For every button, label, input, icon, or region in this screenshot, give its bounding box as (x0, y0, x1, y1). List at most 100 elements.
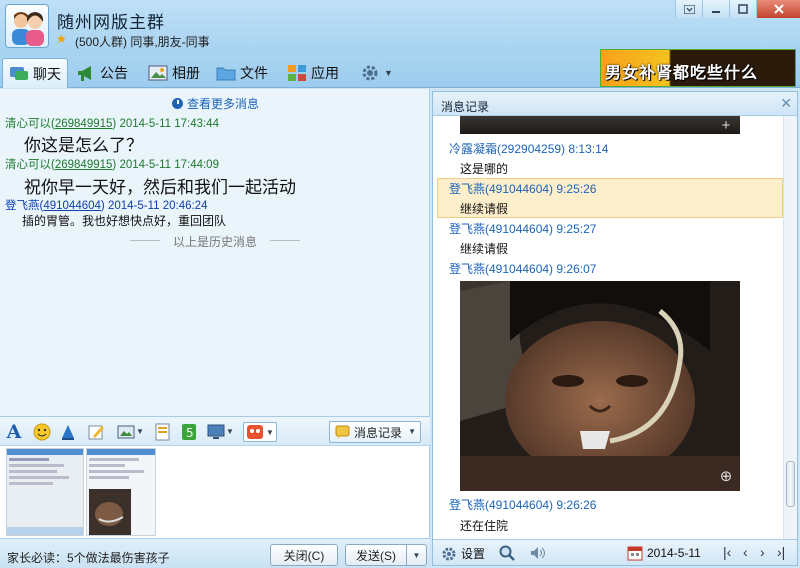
bottom-bar: 家长必读：5个做法最伤害孩子 关闭(C) 发送(S) ▼ (0, 538, 430, 568)
record-text: 还在住院 (460, 519, 509, 533)
message-time: 2014-5-11 20:46:24 (107, 200, 208, 212)
shake-button[interactable] (58, 423, 78, 441)
chevron-down-icon[interactable]: ▼ (226, 427, 234, 436)
ad-notice-link[interactable]: 家长必读：5个做法最伤害孩子 (7, 549, 170, 566)
prev-page-icon[interactable]: ‹ (743, 544, 748, 560)
image-icon (117, 425, 135, 439)
record-voice-button[interactable] (529, 545, 545, 561)
message-text: 祝你早一天好，然后和我们一起活动 (24, 178, 296, 197)
group-avatar[interactable] (5, 4, 49, 48)
music-button[interactable] (153, 423, 173, 441)
green-s-icon: 5 (182, 424, 196, 440)
message-record-title: 消息记录 (441, 100, 490, 114)
magic-face-button[interactable]: ▼ (243, 422, 277, 442)
group-title: 随州网版主群 (57, 13, 165, 32)
record-scrollbar[interactable] (783, 116, 797, 539)
tab-album[interactable]: 相册 (142, 58, 206, 88)
next-page-icon[interactable]: › (760, 544, 765, 560)
last-page-icon[interactable]: ›| (777, 544, 785, 560)
message-text: 你这是怎么了？ (24, 136, 143, 155)
settings-menu-button[interactable]: ▼ (354, 58, 399, 88)
zoom-icon[interactable]: + (718, 118, 734, 134)
speaker-icon (531, 547, 545, 559)
tab-files[interactable]: 文件 (210, 58, 274, 88)
tab-chat-label: 聊天 (33, 65, 61, 82)
send-button-label: 发送(S) (356, 548, 396, 563)
note-icon (155, 423, 170, 441)
sender-qq-link[interactable]: 269849915 (55, 118, 113, 130)
view-more-messages-link[interactable]: 查看更多消息 (172, 95, 259, 112)
pencil-note-icon (88, 425, 104, 440)
font-button[interactable]: A (4, 421, 24, 443)
ad-banner[interactable]: 男女补肾都吃些什么 (600, 49, 796, 87)
screenshot-button[interactable] (206, 423, 226, 441)
minimize-icon (712, 11, 720, 13)
first-page-icon[interactable]: |‹ (723, 544, 731, 560)
menu-button[interactable] (675, 0, 702, 18)
settings-label: 设置 (461, 547, 486, 561)
image-button[interactable] (116, 423, 136, 441)
pasted-screenshot-thumbnail[interactable] (86, 448, 156, 536)
menu-icon (683, 4, 695, 14)
font-icon: A (6, 421, 22, 443)
window-controls (675, 0, 800, 18)
pasted-screenshot-thumbnail[interactable] (6, 448, 84, 536)
scrollbar-thumb[interactable] (786, 461, 795, 507)
chevron-down-icon: ▼ (266, 427, 274, 437)
record-sender: 登飞燕(491044604) 9:25:26 (449, 182, 597, 196)
sender-qq-link[interactable]: 491044604 (43, 200, 101, 212)
message-header: 登飞燕(491044604) 2014-5-11 20:46:24 (5, 200, 208, 212)
record-settings-button[interactable]: 设置 (441, 545, 485, 562)
chevron-down-icon: ▼ (384, 68, 393, 78)
record-search-button[interactable] (499, 545, 515, 561)
record-text: 继续请假 (460, 242, 509, 256)
emoji-button[interactable] (32, 423, 52, 441)
apps-icon (288, 65, 306, 81)
tab-apps[interactable]: 应用 (281, 58, 345, 88)
send-button[interactable]: 发送(S) ▼ (345, 544, 427, 566)
zoom-icon[interactable]: ⊕ (718, 469, 734, 485)
history-separator: 以上是历史消息 (130, 233, 300, 250)
message-record-panel: 消息记录 ✕ + 冷露凝霜(292904259) 8:13:14 这是哪的 登飞… (432, 91, 798, 566)
record-date-picker[interactable]: 2014-5-11 (627, 545, 701, 561)
gift-button[interactable]: 5 (179, 423, 199, 441)
message-record-button[interactable]: 消息记录 ▼ (329, 421, 421, 443)
tab-apps-label: 应用 (311, 65, 339, 81)
title-bar: 随州网版主群 ★ (500人群) 同事,朋友-同事 (0, 0, 800, 56)
chat-history: 查看更多消息 清心可以(269849915) 2014-5-11 17:43:4… (0, 89, 430, 416)
maximize-button[interactable] (729, 0, 756, 18)
doodle-button[interactable] (86, 423, 106, 441)
record-sender: 登飞燕(491044604) 9:25:27 (449, 222, 597, 236)
tab-announcement[interactable]: 公告 (70, 58, 134, 88)
chevron-down-icon[interactable]: ▼ (136, 427, 144, 436)
group-subtitle: (500人群) 同事,朋友-同事 (75, 35, 210, 49)
message-record-list: + 冷露凝霜(292904259) 8:13:14 这是哪的 登飞燕(49104… (433, 116, 783, 539)
record-date: 2014-5-11 (647, 546, 701, 560)
record-text: 这是哪的 (460, 162, 509, 176)
minimize-button[interactable] (702, 0, 729, 18)
close-icon (773, 4, 784, 14)
close-window-button[interactable] (756, 0, 800, 18)
close-button-label: 关闭(C) (283, 548, 325, 563)
image-message[interactable]: + (460, 116, 740, 134)
message-input[interactable] (0, 446, 430, 538)
image-message[interactable]: ⊕ (460, 281, 740, 491)
tab-chat[interactable]: 聊天 (2, 58, 68, 88)
close-button[interactable]: 关闭(C) (270, 544, 338, 566)
tab-files-label: 文件 (240, 65, 268, 81)
view-more-label: 查看更多消息 (187, 97, 260, 111)
message-record-footer: 设置 2014-5-11 |‹ ‹ › ›| (433, 539, 797, 565)
sender-name: 清心可以 (5, 159, 51, 171)
message-record-label: 消息记录 (354, 425, 403, 440)
sender-qq-link[interactable]: 269849915 (55, 159, 113, 171)
record-sender: 登飞燕(491044604) 9:26:07 (449, 262, 597, 276)
close-panel-icon[interactable]: ✕ (780, 95, 792, 112)
face-icon (247, 425, 264, 439)
sender-name: 登飞燕 (5, 200, 40, 212)
record-sender: 登飞燕(491044604) 9:26:26 (449, 498, 597, 512)
maximize-icon (738, 4, 748, 14)
send-options-chevron-icon[interactable]: ▼ (406, 545, 426, 565)
search-icon (499, 545, 515, 561)
message-time: 2014-5-11 17:44:09 (119, 159, 219, 171)
record-text: 继续请假 (460, 202, 509, 216)
